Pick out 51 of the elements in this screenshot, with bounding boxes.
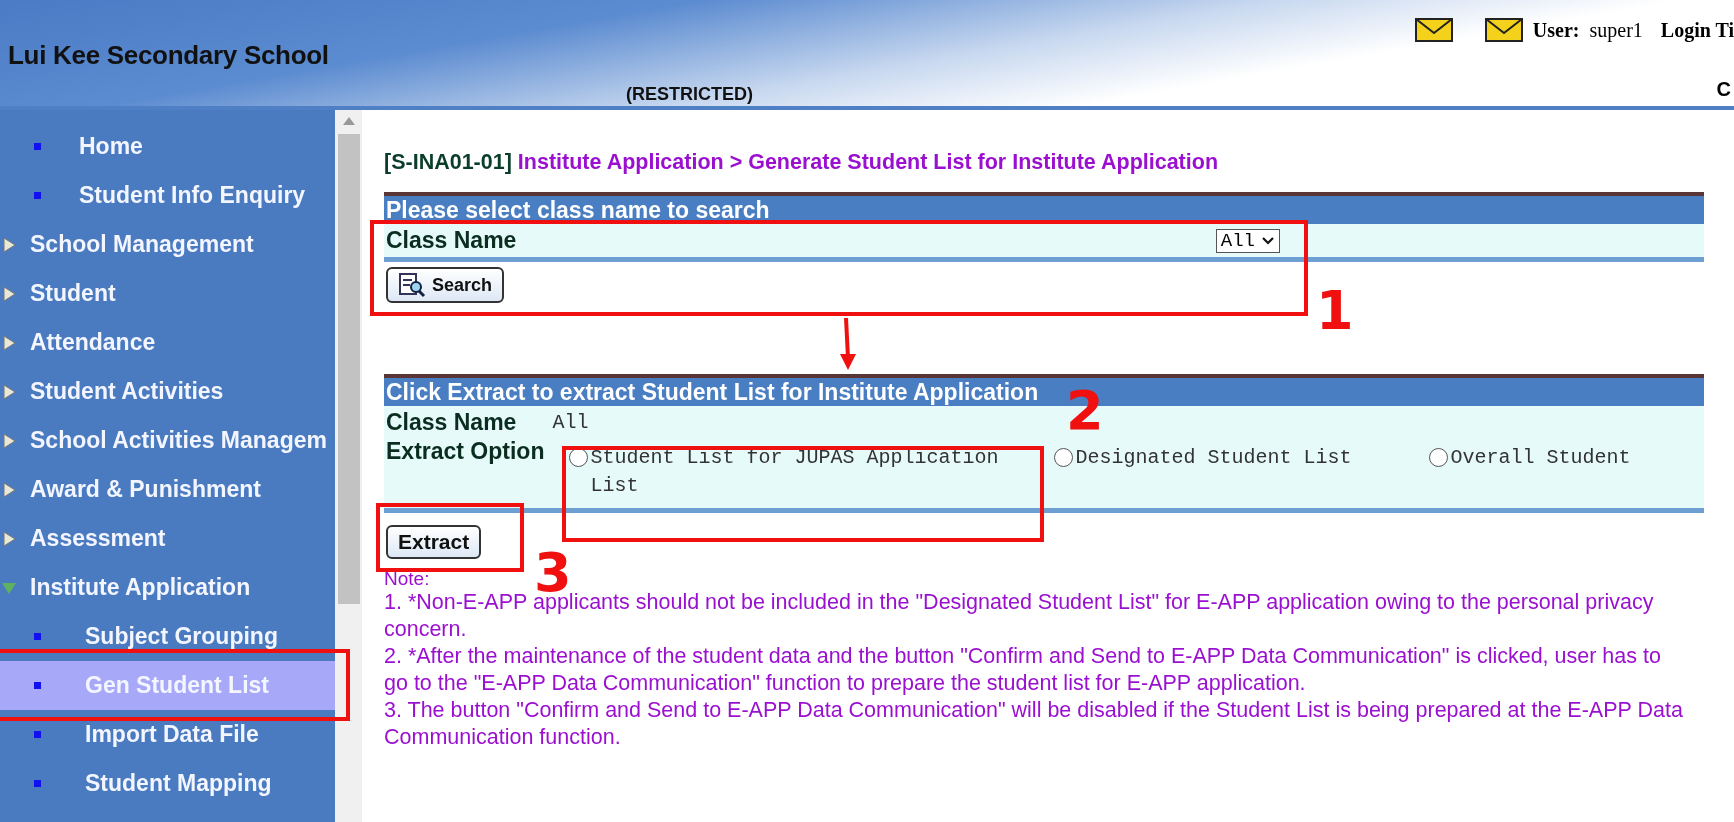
field-label: Class Name xyxy=(386,409,517,436)
class-select[interactable]: All xyxy=(1215,228,1280,253)
restricted-label: (RESTRICTED) xyxy=(626,84,753,105)
radio-button[interactable] xyxy=(1054,448,1074,467)
user-label: User: xyxy=(1532,18,1580,42)
sidebar-item[interactable]: Subject Grouping xyxy=(0,612,335,661)
note-title: Note: xyxy=(384,569,430,589)
sidebar-item[interactable]: Home xyxy=(0,122,335,171)
sidebar-item[interactable]: Assessment xyxy=(0,514,335,563)
search-button[interactable]: Search xyxy=(386,267,505,303)
user-name: super1 xyxy=(1589,18,1643,42)
sidebar-item[interactable]: Gen Student List xyxy=(0,661,335,710)
screen-code: [S-INA01-01] xyxy=(384,150,512,174)
sidebar-item[interactable]: School Activities Managem xyxy=(0,416,335,465)
envelope-icon[interactable] xyxy=(1484,18,1523,42)
bullet-icon xyxy=(34,192,41,199)
radio-option[interactable]: Overall Student xyxy=(1429,444,1690,500)
note-text: 2. *After the maintenance of the student data and the button "Confirm and Send to E-APP Data Communication" is clicked, user has to go to the "E-APP Data Communication" function to prepare the student list for E-APP application. xyxy=(384,643,1662,697)
sidebar-item[interactable]: Student xyxy=(0,269,335,318)
radio-option[interactable]: Designated Student List xyxy=(1054,444,1385,500)
bullet-icon xyxy=(34,731,41,738)
radio-button[interactable] xyxy=(1429,448,1449,467)
field-label: Class Name xyxy=(386,227,517,254)
sidebar-item[interactable]: Import Data File xyxy=(0,710,335,759)
sidebar-item[interactable]: Student Mapping xyxy=(0,759,335,808)
sidebar-item[interactable]: Institute Application xyxy=(0,563,335,612)
sidebar-item[interactable]: School Management xyxy=(0,220,335,269)
note-text: 3. The button "Confirm and Send to E-APP Data Communication" will be disabled if the Student List is being prepared at the E-APP Data Communication function. xyxy=(384,697,1684,751)
field-label: Extract Option xyxy=(386,438,545,466)
header-text: C xyxy=(1716,78,1731,101)
chevron-down-icon xyxy=(1261,235,1275,246)
school-name: Lui Kee Secondary School xyxy=(8,40,329,71)
scrollbar[interactable] xyxy=(335,110,362,822)
bullet-icon xyxy=(34,682,41,689)
annotation-number: 1 xyxy=(1316,284,1354,338)
envelope-icon[interactable] xyxy=(1414,18,1453,42)
search-icon xyxy=(398,272,426,298)
extract-button[interactable]: Extract xyxy=(386,525,482,559)
sidebar-item[interactable]: Student Activities xyxy=(0,367,335,416)
breadcrumb: Institute Application > Generate Student List for Institute Application xyxy=(517,150,1219,174)
panel-title: Please select class name to search xyxy=(384,196,1704,224)
sidebar-item[interactable]: Award & Punishment xyxy=(0,465,335,514)
class-value: All xyxy=(552,411,589,434)
bullet-icon xyxy=(34,780,41,787)
bullet-icon xyxy=(34,143,41,150)
login-label: Login Ti xyxy=(1660,18,1734,42)
sidebar-item[interactable]: Attendance xyxy=(0,318,335,367)
annotation-arrow xyxy=(838,318,858,370)
bullet-icon xyxy=(34,633,41,640)
scroll-thumb[interactable] xyxy=(337,134,360,604)
sidebar-item[interactable]: Student Info Enquiry xyxy=(0,171,335,220)
